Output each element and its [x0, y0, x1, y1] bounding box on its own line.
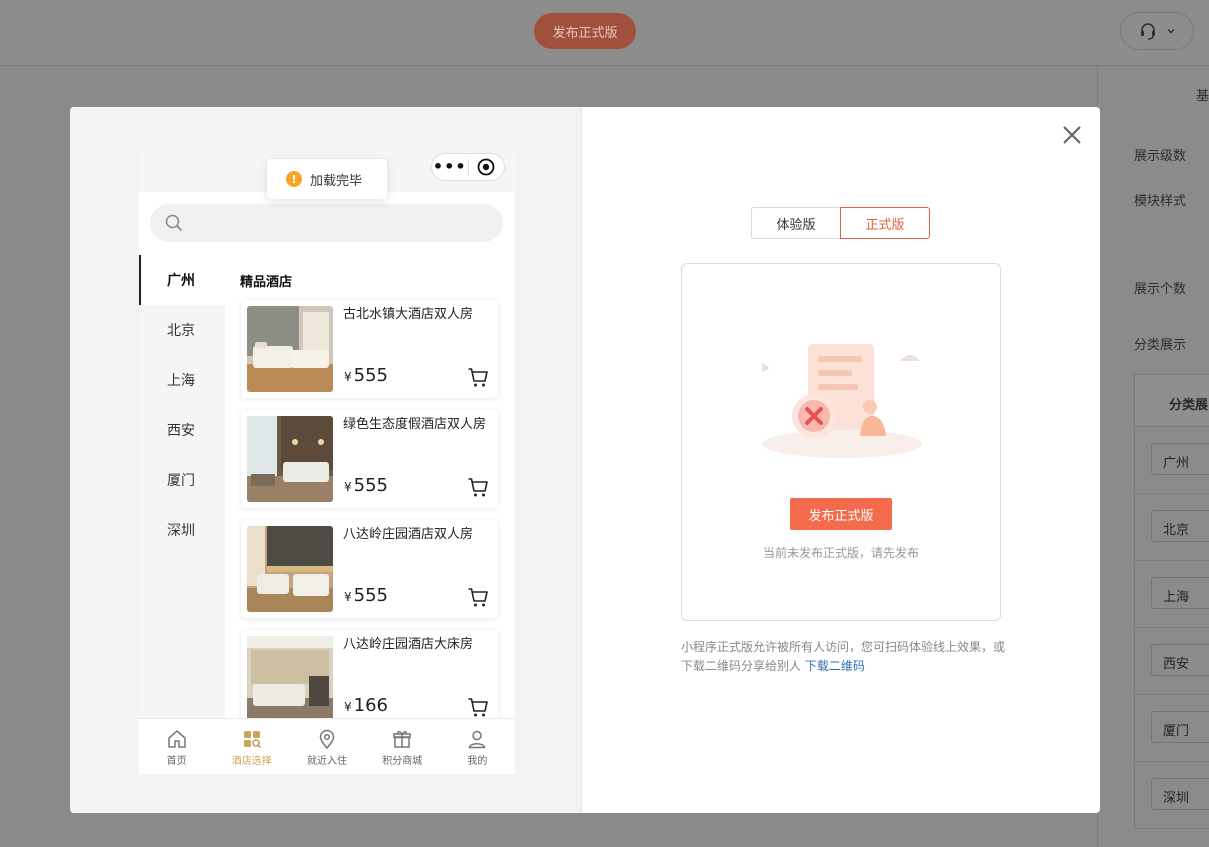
- hotel-card[interactable]: 古北水镇大酒店双人房 ¥555: [241, 300, 498, 398]
- currency-symbol: ¥: [344, 700, 352, 714]
- tab-nearby[interactable]: 就近入住: [289, 719, 364, 774]
- table-row: 广州: [1135, 427, 1209, 494]
- label-display-count: 展示个数: [1134, 282, 1187, 297]
- cart-icon[interactable]: [467, 696, 489, 718]
- hotel-card[interactable]: 八达岭庄园酒店双人房 ¥555: [241, 520, 498, 618]
- cart-icon[interactable]: [467, 586, 489, 608]
- toast-text: 加载完毕: [310, 173, 363, 189]
- hotel-price: ¥555: [344, 365, 388, 386]
- category-input[interactable]: 上海: [1151, 577, 1209, 609]
- gift-icon: [393, 731, 411, 748]
- version-switch: 体验版 正式版: [751, 207, 930, 239]
- not-published-hint: 当前未发布正式版，请先发布: [762, 546, 919, 560]
- tab-mine[interactable]: 我的: [440, 719, 515, 774]
- price-value: 555: [353, 475, 388, 496]
- tab-label: 我的: [467, 756, 488, 767]
- currency-symbol: ¥: [344, 370, 352, 384]
- hotel-card[interactable]: 绿色生态度假酒店双人房 ¥555: [241, 410, 498, 508]
- hotel-card[interactable]: 八达岭庄园酒店大床房 ¥166: [241, 630, 498, 728]
- hotel-price: ¥555: [344, 585, 388, 606]
- tab-label: 积分商城: [382, 756, 423, 767]
- settings-panel: 基 展示级数 模块样式 展示个数 分类展示 分类展 广州 北京 上海 西安 厦门…: [1097, 66, 1209, 847]
- label-display-levels: 展示级数: [1134, 149, 1187, 164]
- list-title: 精品酒店: [240, 275, 293, 290]
- tab-label: 就近入住: [307, 756, 347, 767]
- price-value: 555: [353, 365, 388, 386]
- currency-symbol: ¥: [344, 480, 352, 494]
- close-icon[interactable]: [1060, 123, 1084, 147]
- hotel-name: 八达岭庄园酒店大床房: [343, 637, 474, 652]
- hotel-photo: [247, 416, 333, 502]
- hotel-photo: [247, 526, 333, 612]
- category-item[interactable]: 上海: [139, 355, 225, 405]
- preview-pane: ••• ! 加载完毕 广州 北京 上海 西安 厦门 深圳 精品酒店 古北水镇大酒…: [70, 107, 582, 813]
- category-item[interactable]: 西安: [139, 405, 225, 455]
- tab-home[interactable]: 首页: [139, 719, 214, 774]
- tab-label: 酒店选择: [231, 756, 272, 767]
- more-icon[interactable]: •••: [432, 159, 468, 175]
- cart-icon[interactable]: [467, 366, 489, 388]
- tab-label: 首页: [166, 756, 187, 767]
- table-row: 北京: [1135, 494, 1209, 561]
- headset-icon: [1141, 23, 1155, 40]
- search-icon: [165, 214, 183, 232]
- hotel-name: 古北水镇大酒店双人房: [343, 307, 474, 322]
- download-qr-link[interactable]: 下载二维码: [805, 659, 865, 673]
- category-item[interactable]: 北京: [139, 305, 225, 355]
- category-item[interactable]: 深圳: [139, 505, 225, 555]
- hotel-name: 绿色生态度假酒店双人房: [343, 417, 487, 432]
- publish-modal: ••• ! 加载完毕 广州 北京 上海 西安 厦门 深圳 精品酒店 古北水镇大酒…: [70, 107, 1100, 813]
- table-row: 西安: [1135, 628, 1209, 695]
- cart-icon[interactable]: [467, 476, 489, 498]
- user-icon: [469, 730, 486, 749]
- category-input[interactable]: 北京: [1151, 510, 1209, 542]
- home-icon: [167, 730, 186, 748]
- hotel-name: 八达岭庄园酒店双人房: [343, 527, 474, 542]
- phone-preview: ••• ! 加载完毕 广州 北京 上海 西安 厦门 深圳 精品酒店 古北水镇大酒…: [139, 145, 515, 774]
- price-value: 166: [353, 695, 388, 716]
- price-value: 555: [353, 585, 388, 606]
- tab-points-mall[interactable]: 积分商城: [365, 719, 440, 774]
- table-row: 厦门: [1135, 695, 1209, 762]
- table-row: 深圳: [1135, 762, 1209, 829]
- hotel-photo: [247, 636, 333, 722]
- tab-hotel-select[interactable]: 酒店选择: [214, 719, 289, 774]
- label-category-display: 分类展示: [1134, 338, 1187, 353]
- tab-release-version[interactable]: 正式版: [840, 207, 930, 239]
- hotel-photo: [247, 306, 333, 392]
- warning-icon: !: [286, 171, 302, 187]
- currency-symbol: ¥: [344, 590, 352, 604]
- top-publish-button[interactable]: 发布正式版: [534, 13, 636, 49]
- hotel-price: ¥166: [344, 695, 388, 716]
- table-row: 上海: [1135, 561, 1209, 628]
- table-header: 分类展: [1135, 375, 1209, 427]
- search-input[interactable]: [150, 204, 503, 242]
- location-pin-icon: [319, 729, 335, 749]
- category-input[interactable]: 西安: [1151, 644, 1209, 676]
- publish-release-button[interactable]: 发布正式版: [790, 498, 892, 530]
- miniprogram-capsule: •••: [431, 153, 505, 181]
- close-target-icon[interactable]: [468, 158, 504, 176]
- hotel-price: ¥555: [344, 475, 388, 496]
- category-input[interactable]: 厦门: [1151, 711, 1209, 743]
- category-input[interactable]: 广州: [1151, 443, 1209, 475]
- bottom-tab-bar: 首页 酒店选择 就近入住 积分商城 我的: [139, 718, 515, 774]
- grid-search-icon: [243, 731, 261, 749]
- chevron-down-icon: [1167, 29, 1175, 34]
- category-item[interactable]: 厦门: [139, 455, 225, 505]
- tab-trial-version[interactable]: 体验版: [751, 207, 841, 239]
- category-input[interactable]: 深圳: [1151, 778, 1209, 810]
- panel-title: 基: [1196, 89, 1209, 104]
- not-published-illustration: [761, 344, 922, 458]
- label-module-style: 模块样式: [1134, 194, 1187, 209]
- top-bar: 发布正式版: [0, 0, 1209, 66]
- release-description: 小程序正式版允许被所有人访问，您可扫码体验线上效果，或下载二维码分享给别人 下载…: [681, 638, 1011, 676]
- category-sidebar: 广州 北京 上海 西安 厦门 深圳: [139, 255, 225, 718]
- release-qr-area: 发布正式版 当前未发布正式版，请先发布: [681, 263, 1001, 621]
- category-item[interactable]: 广州: [139, 255, 225, 305]
- support-menu-button[interactable]: [1120, 12, 1194, 50]
- loading-toast: ! 加载完毕: [267, 159, 387, 199]
- category-table: 分类展 广州 北京 上海 西安 厦门 深圳: [1134, 374, 1209, 829]
